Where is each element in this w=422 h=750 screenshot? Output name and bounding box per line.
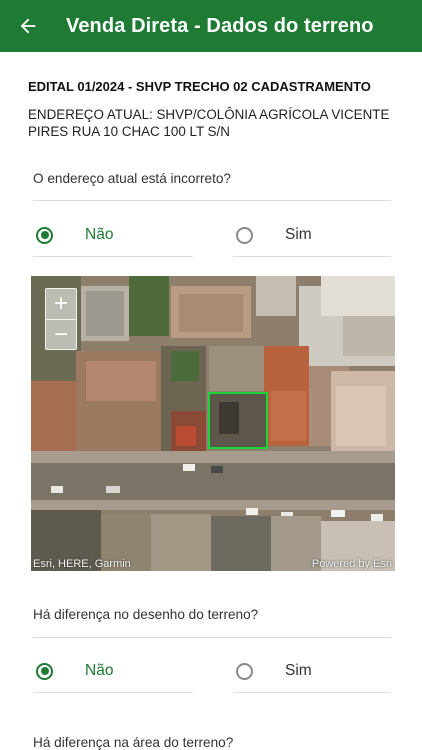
- divider: [233, 692, 391, 693]
- zoom-control: + −: [45, 288, 77, 350]
- radio-unchecked-icon: [236, 662, 253, 680]
- arrow-left-icon: [20, 18, 36, 34]
- divider: [233, 256, 391, 257]
- radio-drawing-nao[interactable]: Não: [36, 662, 113, 680]
- question-address-incorrect: O endereço atual está incorreto?: [33, 171, 231, 186]
- map-powered-by: Powered by Esri: [311, 558, 392, 570]
- divider: [33, 637, 391, 638]
- satellite-map[interactable]: + − Esri, HERE, Garmin Powered by Esri: [31, 276, 395, 571]
- parcel-outline[interactable]: [208, 392, 268, 449]
- radio-label: Sim: [285, 226, 312, 243]
- zoom-in-button[interactable]: +: [46, 289, 76, 319]
- radio-checked-icon: [36, 662, 53, 680]
- zoom-out-button[interactable]: −: [46, 319, 76, 349]
- edital-title: EDITAL 01/2024 - SHVP TRECHO 02 CADASTRA…: [28, 79, 371, 94]
- radio-label: Não: [85, 226, 114, 243]
- current-address: ENDEREÇO ATUAL: SHVP/COLÔNIA AGRÍCOLA VI…: [28, 107, 390, 139]
- radio-label: Não: [85, 662, 114, 679]
- radio-label: Sim: [285, 662, 312, 679]
- question-drawing-difference: Há diferença no desenho do terreno?: [33, 607, 259, 622]
- radio-drawing-sim[interactable]: Sim: [236, 662, 312, 680]
- divider: [33, 692, 193, 693]
- page-title: Venda Direta - Dados do terreno: [66, 14, 374, 37]
- divider: [33, 256, 193, 257]
- divider: [33, 200, 391, 201]
- map-attribution: Esri, HERE, Garmin: [33, 558, 131, 570]
- radio-checked-icon: [36, 226, 53, 244]
- radio-unchecked-icon: [236, 226, 253, 244]
- radio-address-nao[interactable]: Não: [36, 226, 113, 244]
- question-area-difference: Há diferença na área do terreno?: [33, 735, 234, 750]
- back-button[interactable]: [0, 0, 56, 52]
- app-bar: Venda Direta - Dados do terreno: [0, 0, 422, 52]
- radio-address-sim[interactable]: Sim: [236, 226, 312, 244]
